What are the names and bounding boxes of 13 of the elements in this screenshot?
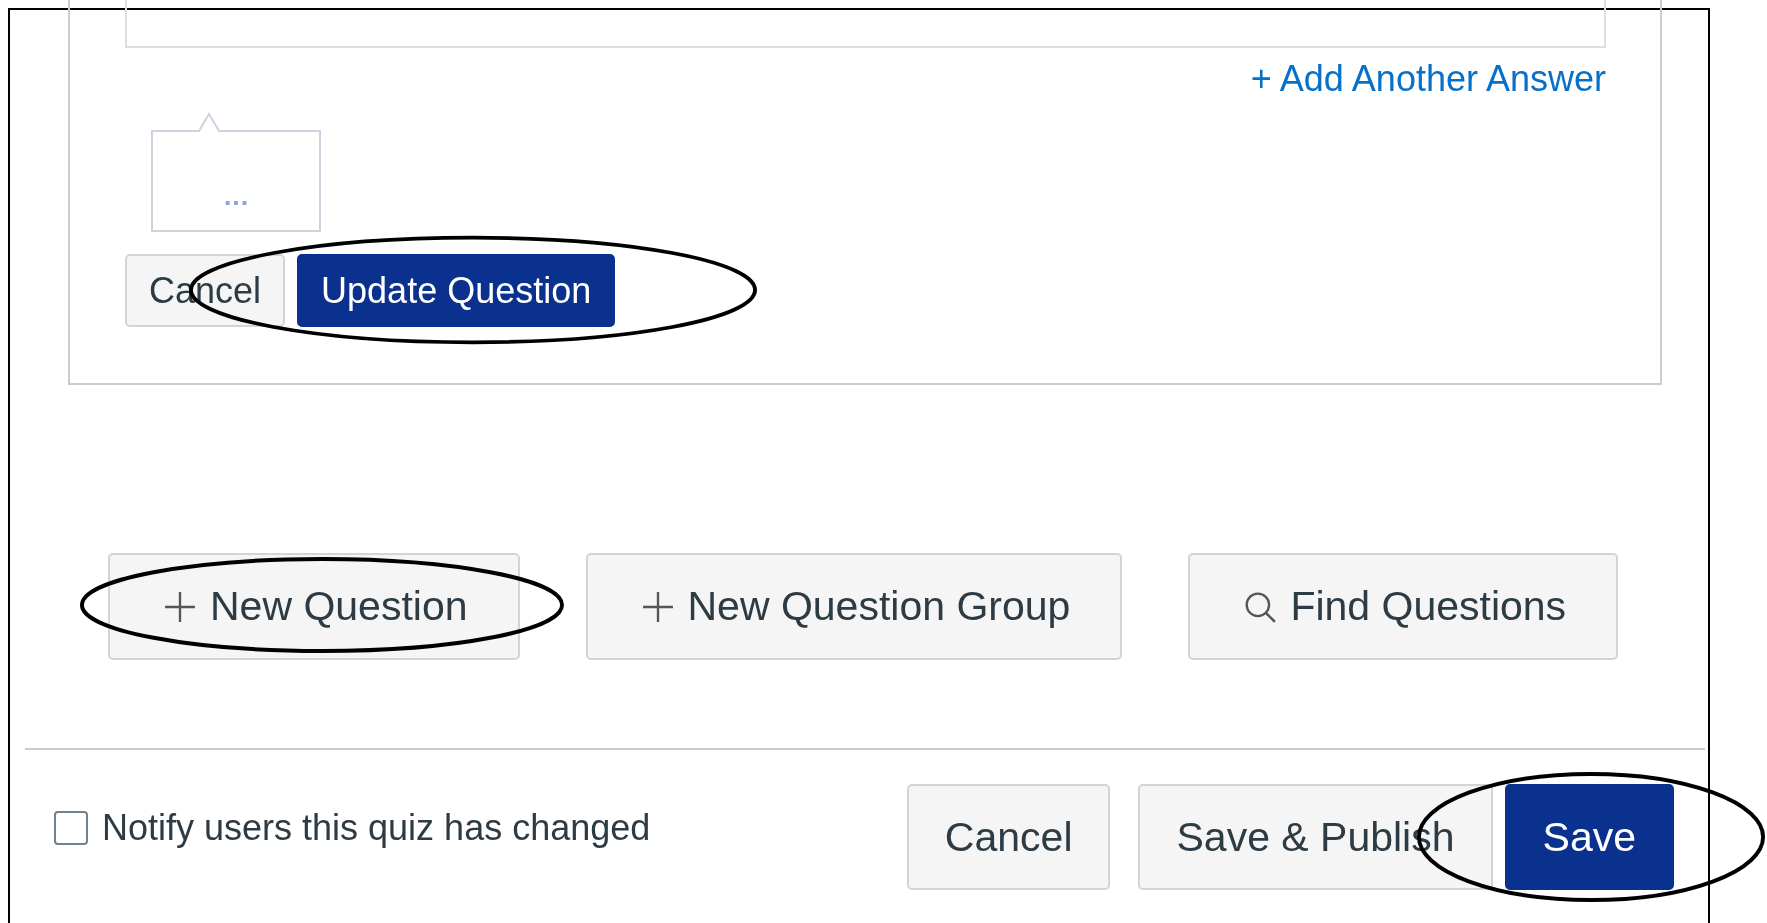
question-action-button[interactable]: New Question Group bbox=[585, 553, 1123, 660]
notify-checkbox[interactable]: Notify users this quiz has changed bbox=[54, 807, 651, 849]
update-button[interactable]: Update Question bbox=[297, 254, 616, 327]
add-another-answer-link[interactable]: + Add Another Answer bbox=[1250, 58, 1606, 100]
plus-icon bbox=[164, 590, 196, 623]
tooltip-bubble: ... bbox=[151, 112, 321, 232]
footer-button[interactable]: Cancel bbox=[906, 784, 1111, 890]
plus-icon bbox=[641, 590, 674, 623]
answer-field[interactable] bbox=[125, 0, 1606, 48]
question-action-button[interactable]: New Question bbox=[108, 553, 520, 660]
save-button[interactable]: Save bbox=[1504, 784, 1674, 890]
question-action-button[interactable]: Find Questions bbox=[1188, 553, 1619, 660]
search-icon bbox=[1244, 590, 1277, 623]
